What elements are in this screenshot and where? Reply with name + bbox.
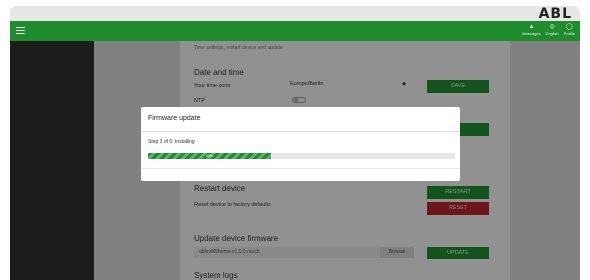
language-label: English [545, 31, 559, 36]
update-progress-bar: 40% [148, 153, 455, 159]
progress-fill: 40% [148, 153, 271, 159]
language-button[interactable]: ◎ English [546, 23, 559, 39]
progress-percent: 40% [205, 154, 213, 158]
brand-bar: ABL [10, 6, 580, 22]
bell-icon: ▲ [528, 24, 535, 30]
profile-button[interactable]: ◯ Profile [564, 23, 575, 39]
abl-logo: ABL [538, 6, 572, 22]
hamburger-menu-icon[interactable] [16, 27, 25, 35]
globe-icon: ◎ [549, 24, 555, 30]
dialog-footer-divider [141, 168, 460, 169]
messages-label: Messages [522, 31, 541, 36]
top-actions: ▲ Messages ◎ English ◯ Profile [522, 23, 575, 39]
dialog-divider [141, 131, 460, 132]
firmware-update-dialog: Firmware update Step 3 of 6: Installing … [141, 107, 460, 181]
dialog-title: Firmware update [148, 115, 201, 122]
update-step-text: Step 3 of 6: Installing [148, 139, 195, 145]
profile-label: Profile [563, 31, 575, 36]
app-frame: ABL ▲ Messages ◎ English ◯ Profile Time … [0, 0, 590, 280]
top-navigation-bar: ▲ Messages ◎ English ◯ Profile [10, 21, 580, 41]
messages-button[interactable]: ▲ Messages [522, 23, 540, 39]
user-icon: ◯ [565, 24, 573, 30]
